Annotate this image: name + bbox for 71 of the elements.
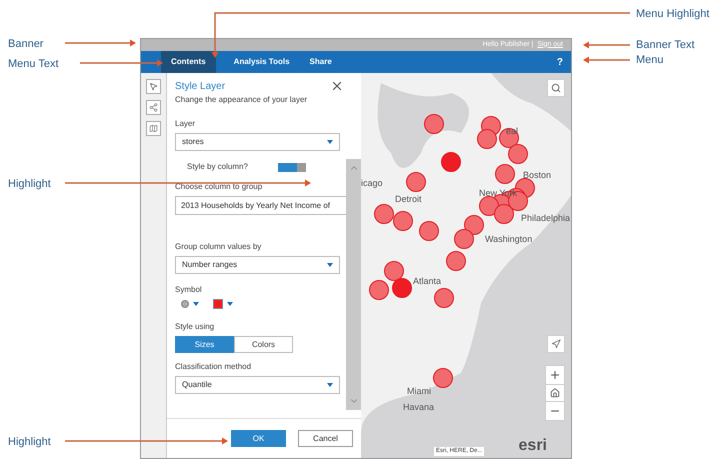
- annotation-label: Banner: [8, 37, 44, 52]
- store-marker[interactable]: [392, 278, 412, 298]
- city-label: Philadelphia: [521, 212, 570, 225]
- store-marker[interactable]: [495, 164, 515, 184]
- menu-tab[interactable]: Contents: [161, 51, 216, 73]
- pointer-icon[interactable]: [146, 79, 161, 94]
- toggle-label: Style by column?: [187, 161, 248, 173]
- annotation-label: Banner Text: [636, 38, 695, 53]
- field-label: Layer: [175, 118, 196, 130]
- city-label: Washington: [485, 233, 532, 246]
- store-marker[interactable]: [419, 221, 439, 241]
- segment-option[interactable]: Sizes: [175, 336, 234, 353]
- store-marker[interactable]: [424, 114, 444, 134]
- annotation-label: Highlight: [8, 177, 51, 192]
- locate-icon[interactable]: [547, 335, 565, 353]
- shape-picker[interactable]: [181, 300, 199, 308]
- field-label: Symbol: [175, 284, 203, 296]
- city-label: icago: [361, 177, 383, 190]
- map-icon[interactable]: [146, 121, 161, 136]
- store-marker[interactable]: [433, 368, 453, 388]
- segment-option[interactable]: Colors: [234, 336, 293, 353]
- group-select[interactable]: Number ranges: [175, 256, 340, 274]
- cancel-button[interactable]: Cancel: [298, 430, 353, 447]
- callout-arrow: [65, 40, 136, 46]
- caret-icon: [327, 140, 333, 144]
- menu-tab[interactable]: Analysis Tools: [224, 51, 300, 73]
- city-label: Miami: [407, 385, 431, 398]
- store-marker[interactable]: [479, 196, 499, 216]
- caret-icon: [327, 263, 333, 267]
- field-label: Style using: [175, 321, 216, 333]
- store-marker[interactable]: [446, 251, 466, 271]
- store-marker[interactable]: [374, 204, 394, 224]
- city-label: New York: [479, 187, 518, 200]
- city-label: Detroit: [395, 193, 422, 206]
- annotation-label: Menu Text: [8, 57, 59, 72]
- logo: esri: [518, 436, 547, 456]
- classification-select[interactable]: Quantile: [175, 376, 340, 394]
- store-marker[interactable]: [464, 215, 484, 235]
- home-icon[interactable]: [546, 384, 564, 402]
- ok-button[interactable]: OK: [231, 430, 286, 447]
- layer-select[interactable]: stores: [175, 133, 340, 151]
- caret-icon: [327, 383, 333, 387]
- store-marker[interactable]: [508, 144, 528, 164]
- store-marker[interactable]: [454, 229, 474, 249]
- panel-subtitle: Change the appearance of your layer: [175, 94, 308, 106]
- annotation-label: Highlight: [8, 435, 51, 450]
- help-icon[interactable]: ?: [556, 54, 563, 70]
- store-marker[interactable]: [494, 204, 514, 224]
- color-picker[interactable]: [213, 299, 233, 309]
- toggle-switch[interactable]: [278, 162, 306, 172]
- store-marker[interactable]: [441, 152, 461, 172]
- field-label: Choose column to group: [175, 181, 264, 193]
- close-icon[interactable]: [330, 79, 344, 93]
- panel-title: Style Layer: [175, 80, 226, 94]
- menu-tab[interactable]: Share: [300, 51, 342, 73]
- annotation-label: Menu Highlight: [636, 7, 710, 22]
- annotation-label: Menu: [636, 53, 664, 68]
- field-label: Group column values by: [175, 241, 262, 253]
- field-label: Classification method: [175, 361, 252, 373]
- store-marker[interactable]: [434, 288, 454, 308]
- city-label: Atlanta: [413, 275, 442, 288]
- store-marker[interactable]: [477, 129, 497, 149]
- column-field[interactable]: 2013 Households by Yearly Net Income of: [175, 196, 346, 215]
- search-icon[interactable]: [547, 79, 565, 97]
- city-label: Havana: [403, 401, 434, 414]
- city-label: Boston: [523, 169, 552, 182]
- store-marker[interactable]: [406, 172, 426, 192]
- store-marker[interactable]: [384, 261, 404, 281]
- store-marker[interactable]: [393, 211, 413, 231]
- city-label: eal: [506, 125, 518, 138]
- store-marker[interactable]: [369, 280, 389, 300]
